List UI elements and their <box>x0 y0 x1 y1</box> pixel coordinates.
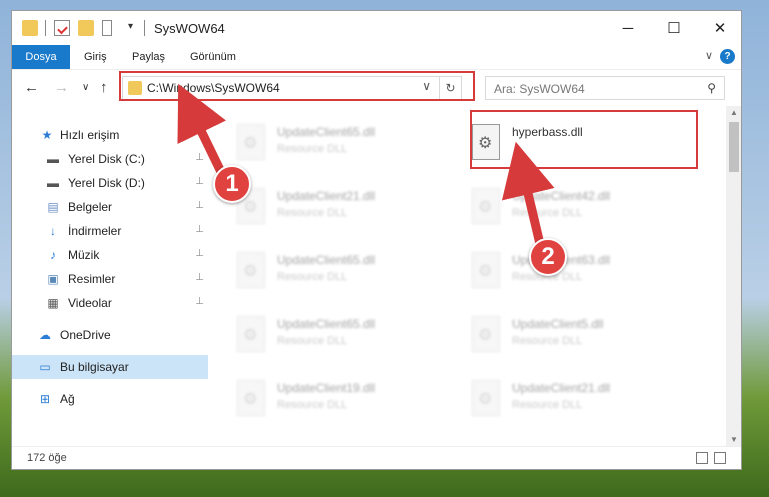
annotation-arrows <box>177 83 555 246</box>
step-badge-2: 2 <box>529 238 567 276</box>
arrow-to-file <box>501 141 555 246</box>
arrow-to-address <box>177 83 227 176</box>
step-badge-1: 1 <box>213 165 251 203</box>
